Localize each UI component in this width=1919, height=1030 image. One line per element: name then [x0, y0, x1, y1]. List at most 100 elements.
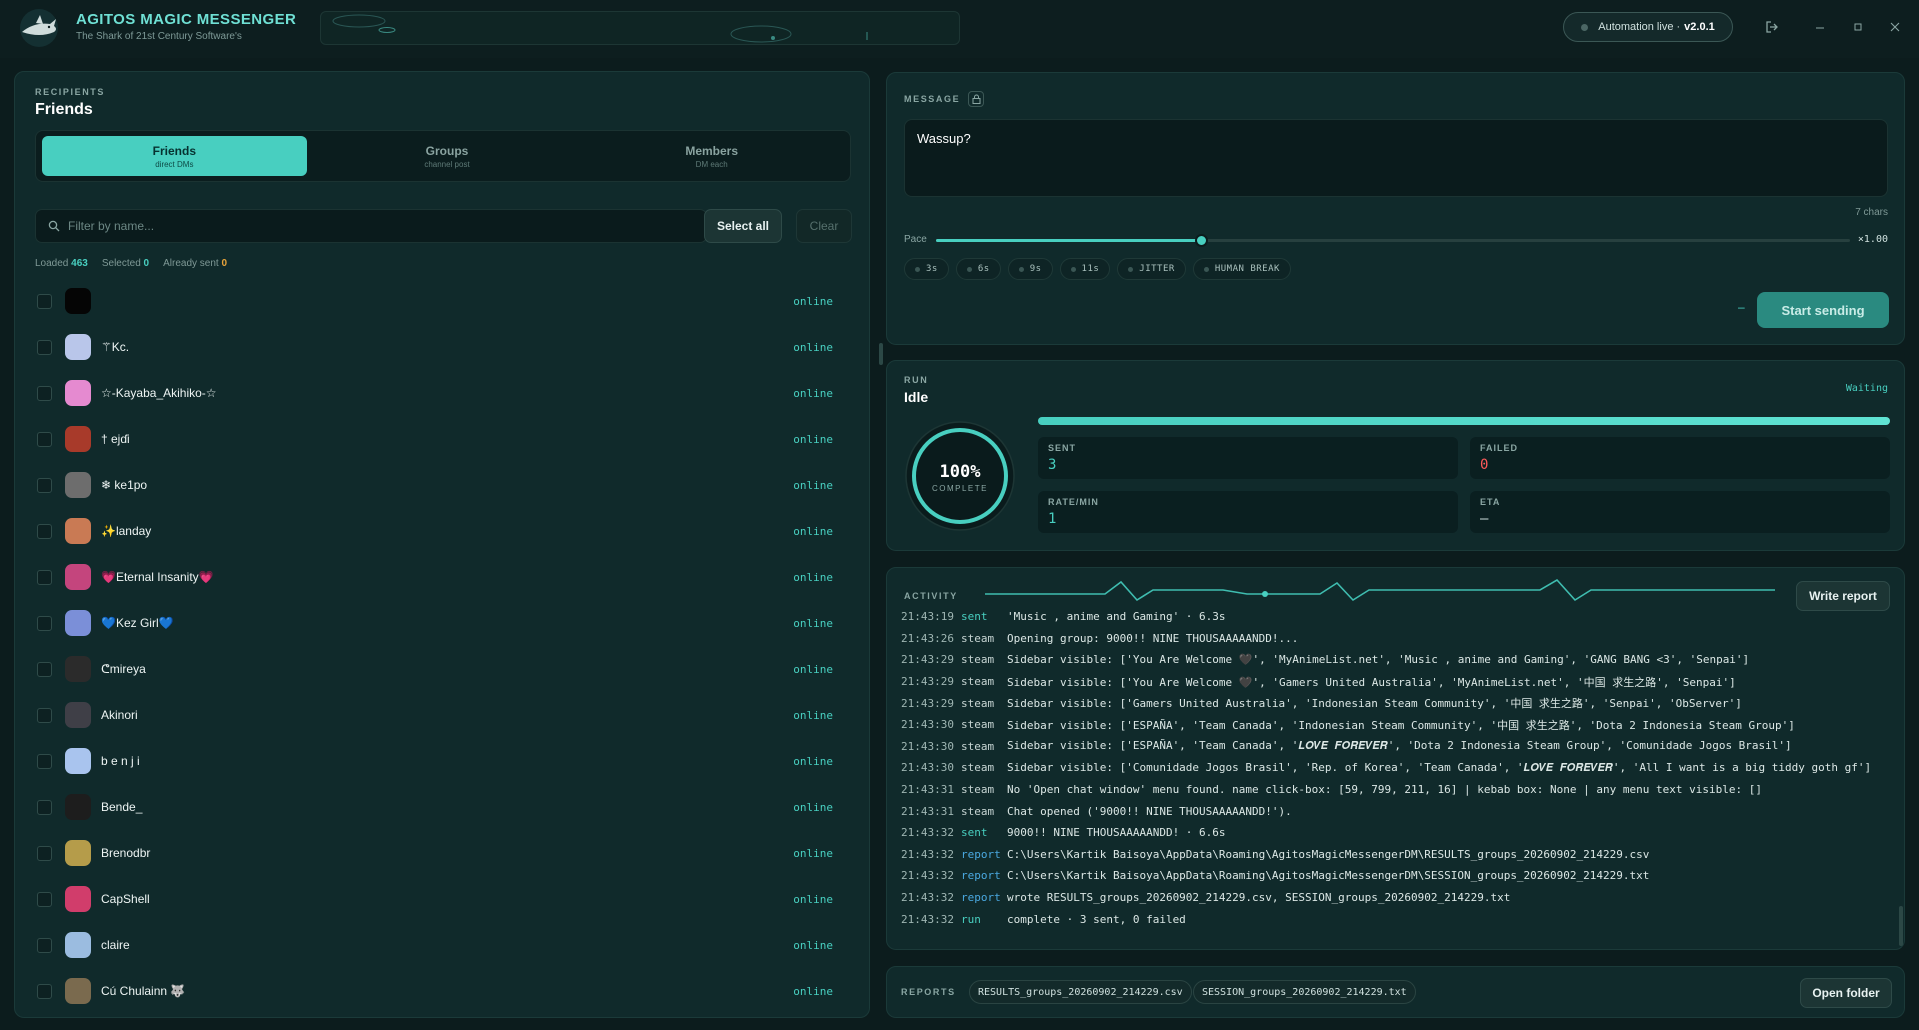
list-item[interactable]: 💗Eternal Insanity💗 online: [27, 554, 857, 600]
select-all-button[interactable]: Select all: [704, 209, 782, 243]
version-label: v2.0.1: [1684, 21, 1715, 33]
tab-friends[interactable]: Friends direct DMs: [42, 136, 307, 176]
completion-percent: 100%: [939, 462, 981, 482]
sent-value: 3: [1048, 457, 1057, 473]
log-category: steam: [961, 804, 995, 818]
log-category: steam: [961, 718, 995, 732]
list-item[interactable]: Bende_ online: [27, 784, 857, 830]
select-checkbox[interactable]: [37, 523, 52, 539]
rate-value: 1: [1048, 511, 1057, 527]
list-item[interactable]: 💙Kez Girl💙 online: [27, 600, 857, 646]
tab-label: Groups: [425, 143, 469, 158]
select-checkbox[interactable]: [37, 937, 52, 953]
select-checkbox[interactable]: [37, 799, 52, 815]
activity-log-scrollbar[interactable]: [1899, 906, 1903, 946]
select-checkbox[interactable]: [37, 431, 52, 447]
reports-label: REPORTS: [901, 987, 956, 997]
select-checkbox[interactable]: [37, 615, 52, 631]
select-checkbox[interactable]: [37, 293, 52, 309]
select-checkbox[interactable]: [37, 707, 52, 723]
run-panel: RUN Idle Waiting 100% COMPLETE SENT 3 FA…: [886, 360, 1905, 551]
pace-slider-handle[interactable]: [1195, 234, 1209, 247]
log-message: Chat opened ('9000!! NINE THOUSAAAAANDD!…: [1007, 804, 1292, 818]
avatar: [65, 840, 91, 866]
message-textarea[interactable]: Wassup?: [904, 119, 1888, 197]
list-item[interactable]: Akinori online: [27, 692, 857, 738]
search-icon: [48, 220, 60, 232]
already-sent-stat: Already sent 0: [163, 258, 227, 269]
select-checkbox[interactable]: [37, 477, 52, 493]
list-item[interactable]: Cú Chulainn 🐺 online: [27, 968, 857, 1008]
recipient-name: ❄ ke1po: [101, 478, 148, 492]
open-folder-button[interactable]: Open folder: [1800, 978, 1892, 1008]
clear-button[interactable]: Clear: [796, 209, 852, 243]
avatar: [65, 748, 91, 774]
activity-panel: ACTIVITY Write report 21:43:19 sent 'Music…: [886, 567, 1905, 950]
select-checkbox[interactable]: [37, 845, 52, 861]
recipient-status: online: [793, 478, 833, 492]
list-item[interactable]: claire online: [27, 922, 857, 968]
pace-slider[interactable]: [936, 234, 1850, 247]
recipient-name: † ejɗi: [101, 432, 130, 446]
select-checkbox[interactable]: [37, 385, 52, 401]
report-file-session[interactable]: SESSION_groups_20260902_214229.txt: [1193, 980, 1416, 1004]
select-checkbox[interactable]: [37, 891, 52, 907]
list-item[interactable]: † ejɗi online: [27, 416, 857, 462]
list-item[interactable]: Brenodbr online: [27, 830, 857, 876]
chip-11s[interactable]: 11s: [1059, 258, 1111, 280]
failed-label: FAILED: [1480, 443, 1519, 453]
log-line: 21:43:29 steam Sidebar visible: ['You Are …: [901, 671, 1886, 693]
minimize-button[interactable]: [1808, 16, 1832, 38]
start-sending-button[interactable]: Start sending: [1757, 292, 1889, 328]
tab-label: Members: [685, 143, 739, 158]
list-item[interactable]: ⚚Kc. online: [27, 324, 857, 370]
chip-3s[interactable]: 3s: [904, 258, 949, 280]
select-checkbox[interactable]: [37, 983, 52, 999]
list-item[interactable]: ᕦmireya online: [27, 646, 857, 692]
list-item[interactable]: b e n j i online: [27, 738, 857, 784]
chip-6s[interactable]: 6s: [955, 258, 1001, 280]
selected-label: Selected: [101, 258, 141, 269]
maximize-button[interactable]: [1846, 16, 1870, 38]
app-title: AGITOS MAGIC MESSENGER: [76, 11, 297, 28]
list-item[interactable]: online: [27, 278, 857, 324]
list-item[interactable]: ❄ ke1po online: [27, 462, 857, 508]
eta-stat: ETA —: [1470, 491, 1890, 533]
run-state: Idle: [904, 389, 929, 405]
tab-members[interactable]: Members DM each: [579, 136, 844, 176]
log-line: 21:43:29 steam Sidebar visible: ['Gamers U…: [901, 692, 1886, 714]
select-checkbox[interactable]: [37, 753, 52, 769]
char-count: 7 chars: [1855, 207, 1888, 218]
log-line: 21:43:32 sent 9000!! NINE THOUSAAAAANDD! ·…: [901, 822, 1886, 844]
log-category: steam: [961, 675, 995, 689]
log-timestamp: 21:43:30: [901, 761, 954, 775]
minimize-icon: [1816, 27, 1824, 29]
tab-groups[interactable]: Groups channel post: [315, 136, 580, 176]
chip-human-break[interactable]: HUMAN BREAK: [1192, 258, 1291, 280]
lock-icon: [972, 94, 981, 104]
filter-input[interactable]: [68, 219, 668, 233]
log-line: 21:43:32 run complete · 3 sent, 0 failed: [901, 908, 1886, 930]
list-item[interactable]: ✨landay online: [27, 508, 857, 554]
recipient-status: online: [793, 800, 833, 814]
select-checkbox[interactable]: [37, 339, 52, 355]
activity-log[interactable]: 21:43:19 sent 'Music , anime and Gaming' ·…: [901, 606, 1886, 936]
recipient-name: ᕦmireya: [101, 662, 146, 676]
lock-button[interactable]: [968, 91, 985, 107]
chip-jitter[interactable]: JITTER: [1117, 258, 1186, 280]
close-button[interactable]: [1883, 16, 1907, 38]
recipient-status: online: [793, 708, 833, 722]
logout-button[interactable]: [1760, 16, 1784, 38]
recipient-list-scrollbar[interactable]: [879, 343, 883, 365]
list-item[interactable]: ☆-Kayaba_Akihiko-☆ online: [27, 370, 857, 416]
recipient-name: Bende_: [101, 800, 143, 814]
select-checkbox[interactable]: [37, 661, 52, 677]
recipient-list[interactable]: online ⚚Kc. online ☆-Kayaba_Akihiko-☆ online…: [27, 278, 857, 1008]
recipient-status: online: [793, 892, 833, 906]
chip-9s[interactable]: 9s: [1007, 258, 1053, 280]
run-progress-fill: [1038, 417, 1890, 425]
list-item[interactable]: CapShell online: [27, 876, 857, 922]
select-checkbox[interactable]: [37, 569, 52, 585]
report-file-results[interactable]: RESULTS_groups_20260902_214229.csv: [969, 980, 1192, 1004]
avatar: [65, 794, 91, 820]
